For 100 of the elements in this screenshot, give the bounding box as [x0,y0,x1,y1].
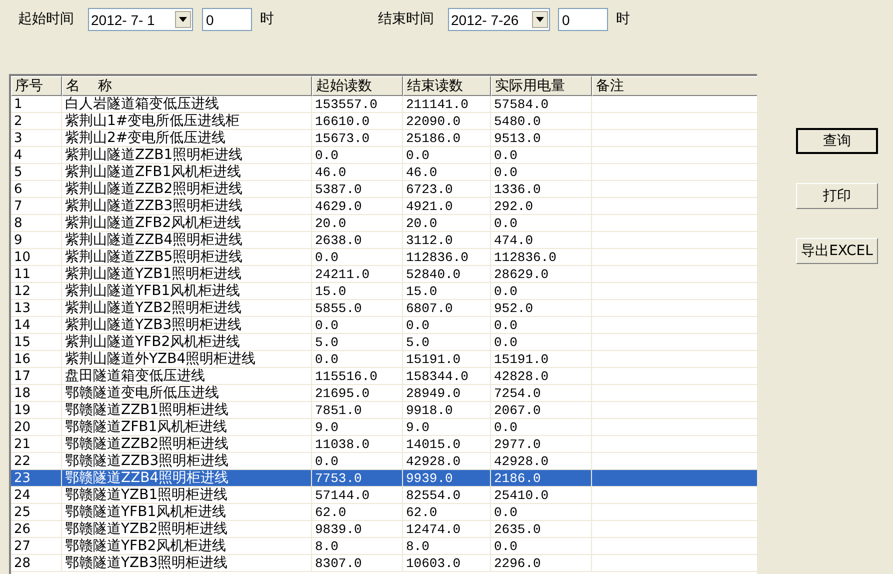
table-cell: 紫荆山隧道ZZB3照明柜进线 [62,198,312,215]
column-header[interactable]: 名 称 [62,76,312,96]
table-cell: 紫荆山1#变电所低压进线柜 [62,113,312,130]
table-row[interactable]: 16 紫荆山隧道外YZB4照明柜进线 0.0 15191.0 15191.0 [11,351,757,368]
action-button[interactable]: 打印 [796,183,878,209]
table-row[interactable]: 4 紫荆山隧道ZZB1照明柜进线 0.0 0.0 0.0 [11,147,757,164]
hour-unit-label: 时 [260,10,274,29]
table-cell: 18 [11,385,62,402]
table-cell: 12474.0 [403,521,491,538]
table-cell: 27 [11,538,62,555]
column-header[interactable]: 实际用电量 [491,76,592,96]
table-cell: 158344.0 [403,368,491,385]
column-header[interactable]: 结束读数 [403,76,491,96]
table-cell: 9939.0 [403,470,491,487]
table-row[interactable]: 15 紫荆山隧道YFB2风机柜进线 5.0 5.0 0.0 [11,334,757,351]
table-cell: 紫荆山隧道YZB3照明柜进线 [62,317,312,334]
table-row[interactable]: 8 紫荆山隧道ZFB2风机柜进线 20.0 20.0 0.0 [11,215,757,232]
table-row[interactable]: 26 鄂赣隧道YZB2照明柜进线 9839.0 12474.0 2635.0 [11,521,757,538]
table-row[interactable]: 5 紫荆山隧道ZFB1风机柜进线 46.0 46.0 0.0 [11,164,757,181]
table-cell: 3112.0 [403,232,491,249]
table-cell: 紫荆山隧道ZZB2照明柜进线 [62,181,312,198]
column-header[interactable]: 起始读数 [312,76,403,96]
table-cell: 112836.0 [491,249,592,266]
action-button[interactable]: 查询 [796,128,878,154]
table-cell: 57584.0 [491,96,592,113]
table-cell: 292.0 [491,198,592,215]
table-cell: 紫荆山隧道ZFB2风机柜进线 [62,215,312,232]
table-cell: 5855.0 [312,300,403,317]
table-cell: 9839.0 [312,521,403,538]
table-row[interactable]: 24 鄂赣隧道YZB1照明柜进线 57144.0 82554.0 25410.0 [11,487,757,504]
table-row[interactable]: 9 紫荆山隧道ZZB4照明柜进线 2638.0 3112.0 474.0 [11,232,757,249]
table-row[interactable]: 12 紫荆山隧道YFB1风机柜进线 15.0 15.0 0.0 [11,283,757,300]
table-cell: 25 [11,504,62,521]
table-cell: 紫荆山隧道YZB1照明柜进线 [62,266,312,283]
table-cell: 鄂赣隧道ZFB1风机柜进线 [62,419,312,436]
table-row[interactable]: 20 鄂赣隧道ZFB1风机柜进线 9.0 9.0 0.0 [11,419,757,436]
table-cell: 5480.0 [491,113,592,130]
table-cell: 24211.0 [312,266,403,283]
action-button[interactable]: 导出EXCEL [796,238,878,264]
table-cell: 0.0 [491,334,592,351]
table-cell: 10 [11,249,62,266]
table-cell: 0.0 [491,538,592,555]
table-cell: 23 [11,470,62,487]
table-row[interactable]: 3 紫荆山2#变电所低压进线 15673.0 25186.0 9513.0 [11,130,757,147]
table-row[interactable]: 2 紫荆山1#变电所低压进线柜 16610.0 22090.0 5480.0 [11,113,757,130]
table-cell: 8307.0 [312,555,403,572]
table-cell: 紫荆山隧道YZB2照明柜进线 [62,300,312,317]
table-row[interactable]: 28 鄂赣隧道YZB3照明柜进线 8307.0 10603.0 2296.0 [11,555,757,572]
table-cell: 9 [11,232,62,249]
table-cell: 42828.0 [491,368,592,385]
table-cell: 6807.0 [403,300,491,317]
table-cell: 5387.0 [312,181,403,198]
table-row[interactable]: 17 盘田隧道箱变低压进线 115516.0 158344.0 42828.0 [11,368,757,385]
table-cell: 20.0 [403,215,491,232]
table-cell: 0.0 [491,147,592,164]
table-row[interactable]: 11 紫荆山隧道YZB1照明柜进线 24211.0 52840.0 28629.0 [11,266,757,283]
table-cell: 紫荆山隧道ZZB4照明柜进线 [62,232,312,249]
table-row[interactable]: 1 白人岩隧道箱变低压进线 153557.0 211141.0 57584.0 [11,96,757,113]
table-cell: 2635.0 [491,521,592,538]
table-row[interactable]: 10 紫荆山隧道ZZB5照明柜进线 0.0 112836.0 112836.0 [11,249,757,266]
table-cell: 3 [11,130,62,147]
table-cell: 0.0 [491,504,592,521]
table-cell: 16610.0 [312,113,403,130]
table-cell: 14015.0 [403,436,491,453]
table-cell: 0.0 [491,317,592,334]
table-cell: 7753.0 [312,470,403,487]
table-cell: 1336.0 [491,181,592,198]
table-cell: 5.0 [312,334,403,351]
table-cell: 52840.0 [403,266,491,283]
column-header[interactable]: 序号 [11,76,62,96]
table-cell: 211141.0 [403,96,491,113]
table-cell: 2977.0 [491,436,592,453]
table-row[interactable]: 27 鄂赣隧道YFB2风机柜进线 8.0 8.0 0.0 [11,538,757,555]
table-cell: 24 [11,487,62,504]
table-row[interactable]: 7 紫荆山隧道ZZB3照明柜进线 4629.0 4921.0 292.0 [11,198,757,215]
table-cell: 15191.0 [403,351,491,368]
date-dropdown[interactable]: 2012- 7- 1 [88,8,193,31]
table-cell: 0.0 [312,317,403,334]
table-row[interactable]: 23 鄂赣隧道ZZB4照明柜进线 7753.0 9939.0 2186.0 [11,470,757,487]
table-row[interactable]: 13 紫荆山隧道YZB2照明柜进线 5855.0 6807.0 952.0 [11,300,757,317]
hour-field[interactable]: 0 [558,8,608,31]
table-cell: 0.0 [312,249,403,266]
date-dropdown[interactable]: 2012- 7-26 [448,8,550,31]
table-cell: 9.0 [312,419,403,436]
table-row[interactable]: 21 鄂赣隧道ZZB2照明柜进线 11038.0 14015.0 2977.0 [11,436,757,453]
table-cell: 57144.0 [312,487,403,504]
table-row[interactable]: 19 鄂赣隧道ZZB1照明柜进线 7851.0 9918.0 2067.0 [11,402,757,419]
table-row[interactable]: 6 紫荆山隧道ZZB2照明柜进线 5387.0 6723.0 1336.0 [11,181,757,198]
table-row[interactable]: 25 鄂赣隧道YFB1风机柜进线 62.0 62.0 0.0 [11,504,757,521]
column-header[interactable]: 备注 [592,76,757,96]
table-cell: 28949.0 [403,385,491,402]
table-cell: 12 [11,283,62,300]
table-cell: 153557.0 [312,96,403,113]
table-cell: 0.0 [491,283,592,300]
table-row[interactable]: 14 紫荆山隧道YZB3照明柜进线 0.0 0.0 0.0 [11,317,757,334]
hour-field[interactable]: 0 [202,8,252,31]
table-row[interactable]: 18 鄂赣隧道变电所低压进线 21695.0 28949.0 7254.0 [11,385,757,402]
table-cell: 白人岩隧道箱变低压进线 [62,96,312,113]
table-cell: 8 [11,215,62,232]
table-cell: 盘田隧道箱变低压进线 [62,368,312,385]
